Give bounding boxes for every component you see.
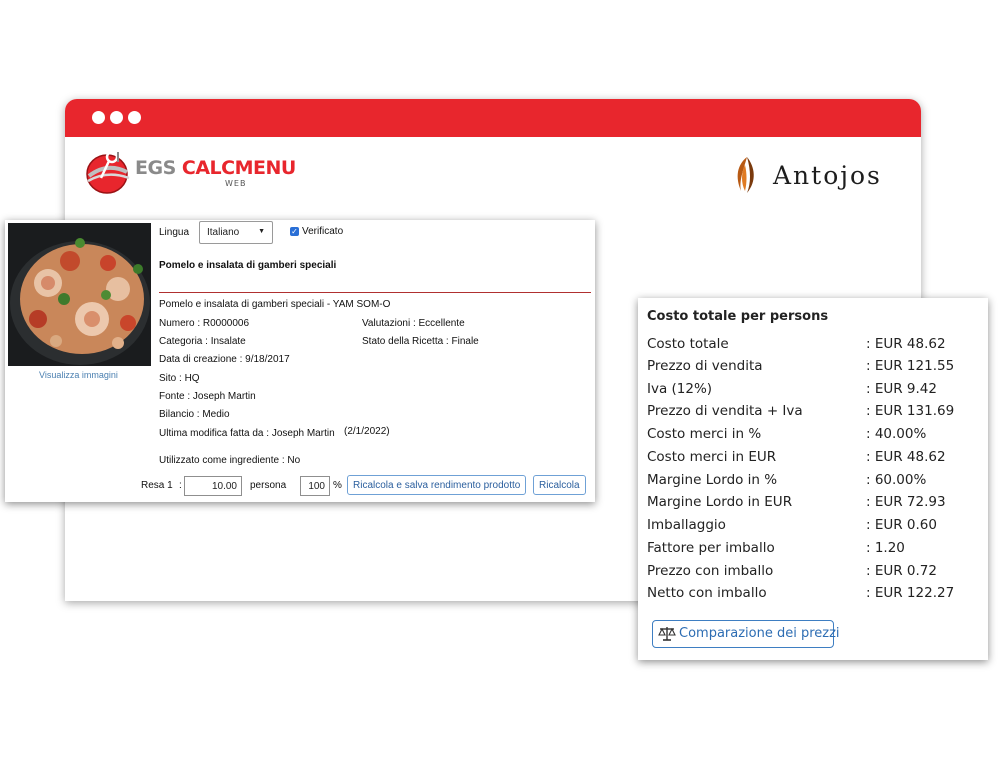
cost-row-label: Margine Lordo in EUR (647, 494, 793, 510)
chevron-down-icon: ▼ (258, 228, 265, 235)
cost-row-value: : EUR 48.62 (866, 449, 946, 465)
cost-row: Costo merci in % : 40.00% (647, 426, 977, 446)
calcmenu-logo-text: CALCMENU (181, 157, 296, 179)
recipe-last-modified: Ultima modifica fatta da : Joseph Martin (159, 428, 335, 439)
cost-row: Margine Lordo in % : 60.00% (647, 472, 977, 492)
recipe-site: Sito : HQ (159, 373, 200, 384)
cost-row-value: : 1.20 (866, 540, 905, 556)
cost-row: Imballaggio : EUR 0.60 (647, 517, 977, 537)
recipe-category: Categoria : Insalate (159, 336, 246, 347)
recalc-save-button[interactable]: Ricalcola e salva rendimento prodotto (347, 475, 527, 495)
cost-row-value: : EUR 48.62 (866, 336, 946, 352)
cost-row: Costo merci in EUR : EUR 48.62 (647, 449, 977, 469)
cost-row-value: : 60.00% (866, 472, 927, 488)
cost-row-label: Iva (12%) (647, 381, 713, 397)
title-divider (159, 292, 591, 293)
yield-label: Resa 1 (141, 480, 173, 491)
recipe-used-as-ingredient: Utilizzato come ingrediente : No (159, 455, 301, 466)
cost-row-value: : EUR 131.69 (866, 403, 955, 419)
percent-input[interactable]: 100 (300, 476, 330, 496)
egs-web-subtext: WEB (225, 179, 247, 188)
bean-flame-icon (737, 157, 754, 193)
cost-row-label: Costo merci in % (647, 426, 762, 442)
recipe-title: Pomelo e insalata di gamberi speciali (159, 260, 337, 271)
cost-row-label: Prezzo di vendita + Iva (647, 403, 803, 419)
recipe-balance: Bilancio : Medio (159, 409, 230, 420)
recipe-card: Visualizza immagini Lingua Italiano ▼ ✓ … (5, 220, 595, 502)
recipe-photo[interactable] (8, 223, 151, 366)
recipe-status: Stato della Ricetta : Finale (362, 336, 479, 347)
recalc-button[interactable]: Ricalcola (533, 475, 586, 495)
cost-row: Fattore per imballo : 1.20 (647, 540, 977, 560)
recipe-number: Numero : R0000006 (159, 318, 250, 329)
yield-colon: : (179, 480, 182, 491)
view-images-link[interactable]: Visualizza immagini (39, 370, 118, 380)
cost-row: Margine Lordo in EUR : EUR 72.93 (647, 494, 977, 514)
egs-calcmenu-logo: EGS CALCMENU WEB (85, 148, 296, 198)
cost-row-value: : EUR 72.93 (866, 494, 946, 510)
cost-row-value: : EUR 122.27 (866, 585, 955, 601)
verified-checkbox[interactable]: ✓ (290, 227, 299, 236)
cost-row-label: Margine Lordo in % (647, 472, 778, 488)
cost-row-value: : EUR 121.55 (866, 358, 955, 374)
cost-row-label: Netto con imballo (647, 585, 767, 601)
cost-panel: Costo totale per persons Costo totale : E… (638, 298, 988, 660)
persona-label: persona (250, 480, 287, 491)
price-comparison-label: Comparazione dei prezzi (679, 626, 840, 641)
antojos-logo-text: Antojos (773, 161, 882, 190)
price-comparison-button[interactable]: Comparazione dei prezzi (652, 620, 840, 648)
cost-row-label: Imballaggio (647, 517, 726, 533)
cost-row: Iva (12%) : EUR 9.42 (647, 381, 977, 401)
window-dot-1 (92, 111, 105, 124)
window-dot-3 (128, 111, 141, 124)
cost-row-value: : 40.00% (866, 426, 927, 442)
language-select-value: Italiano (207, 227, 240, 238)
egs-globe-icon (86, 150, 130, 194)
cost-row: Prezzo di vendita : EUR 121.55 (647, 358, 977, 378)
cost-row-label: Prezzo di vendita (647, 358, 763, 374)
egs-logo-text: EGS (135, 157, 176, 179)
yield-input[interactable]: 10.00 (184, 476, 242, 496)
cost-row-value: : EUR 0.72 (866, 563, 937, 579)
language-label: Lingua (159, 227, 190, 238)
cost-panel-title: Costo totale per persons (647, 309, 829, 324)
cost-row-label: Costo merci in EUR (647, 449, 777, 465)
scale-icon (658, 627, 676, 641)
cost-row: Prezzo con imballo : EUR 0.72 (647, 563, 977, 583)
recipe-rating: Valutazioni : Eccellente (362, 318, 465, 329)
verified-label: Verificato (302, 226, 344, 237)
cost-row: Costo totale : EUR 48.62 (647, 336, 977, 356)
window-titlebar (65, 99, 921, 137)
language-select[interactable]: Italiano ▼ (199, 221, 273, 244)
cost-row-value: : EUR 9.42 (866, 381, 937, 397)
cost-row: Netto con imballo : EUR 122.27 (647, 585, 977, 605)
recipe-subtitle: Pomelo e insalata di gamberi speciali - … (159, 299, 391, 310)
window-dot-2 (110, 111, 123, 124)
cost-row-label: Prezzo con imballo (647, 563, 774, 579)
cost-row-value: : EUR 0.60 (866, 517, 937, 533)
cost-row: Prezzo di vendita + Iva : EUR 131.69 (647, 403, 977, 423)
cost-row-label: Costo totale (647, 336, 729, 352)
recipe-last-modified-date: (2/1/2022) (344, 426, 390, 437)
recipe-created-date: Data di creazione : 9/18/2017 (159, 354, 290, 365)
recipe-source: Fonte : Joseph Martin (159, 391, 256, 402)
percent-sign: % (333, 480, 342, 491)
cost-row-label: Fattore per imballo (647, 540, 775, 556)
